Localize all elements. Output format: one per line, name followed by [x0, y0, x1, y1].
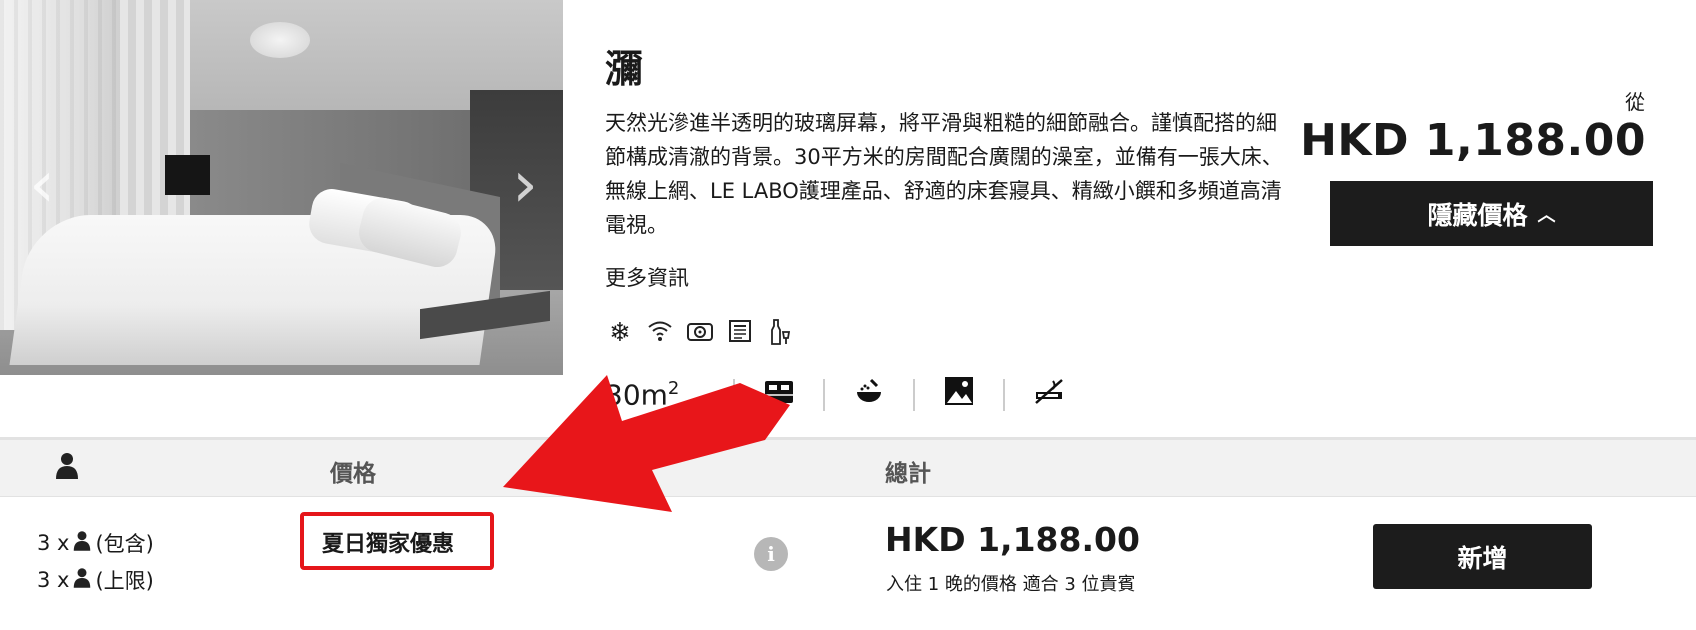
rates-table-header: 價格 總計: [0, 437, 1696, 497]
wifi-icon: [645, 318, 675, 353]
starting-price: HKD 1,188.00: [1300, 115, 1646, 166]
shower-icon: [853, 376, 885, 414]
occupancy-max: 3 x (上限): [37, 567, 154, 594]
row-price-note: 入住 1 晚的價格 適合 3 位貴賓: [886, 574, 1136, 595]
safe-icon: [685, 318, 715, 353]
no-smoking-icon: [1033, 377, 1065, 413]
photo-ceiling-lamp: [250, 22, 310, 58]
feature-divider: [733, 379, 735, 411]
newspaper-icon: [725, 318, 755, 353]
from-label: 從: [1625, 90, 1645, 114]
feature-divider: [823, 379, 825, 411]
chevron-up-icon: ︿: [1537, 204, 1556, 226]
rate-name[interactable]: 夏日獨家優惠: [322, 526, 454, 558]
row-total-price: HKD 1,188.00: [885, 520, 1140, 559]
room-name: 瀰: [605, 47, 644, 91]
occupancy-included: 3 x (包含): [37, 530, 154, 557]
bed-icon: [763, 378, 795, 413]
room-features: 30m2: [605, 372, 1065, 418]
person-icon: [55, 452, 79, 484]
room-size: 30m2: [605, 378, 680, 412]
feature-divider: [913, 379, 915, 411]
info-icon[interactable]: i: [754, 537, 788, 571]
feature-divider: [1003, 379, 1005, 411]
photo-tv: [165, 155, 210, 195]
person-icon: [73, 530, 91, 557]
minibar-icon: [765, 318, 795, 353]
room-photo-carousel[interactable]: ‹ ›: [0, 0, 563, 375]
snowflake-icon: ❄: [609, 318, 631, 348]
hide-price-button[interactable]: 隱藏價格 ︿: [1330, 181, 1653, 246]
room-description: 天然光滲進半透明的玻璃屏幕，將平滑與粗糙的細節融合。謹慎配搭的細節構成清澈的背景…: [605, 111, 1283, 237]
amenity-icons: ❄: [605, 318, 795, 353]
add-button[interactable]: 新增: [1373, 524, 1592, 589]
column-header-total: 總計: [885, 461, 931, 487]
person-icon: [73, 567, 91, 594]
carousel-next-icon[interactable]: ›: [505, 150, 545, 220]
carousel-prev-icon[interactable]: ‹: [22, 150, 62, 220]
hide-price-label: 隱藏價格: [1427, 200, 1528, 230]
more-info-link[interactable]: 更多資訊: [605, 262, 689, 292]
column-header-price: 價格: [330, 461, 376, 487]
view-icon: [943, 376, 975, 414]
